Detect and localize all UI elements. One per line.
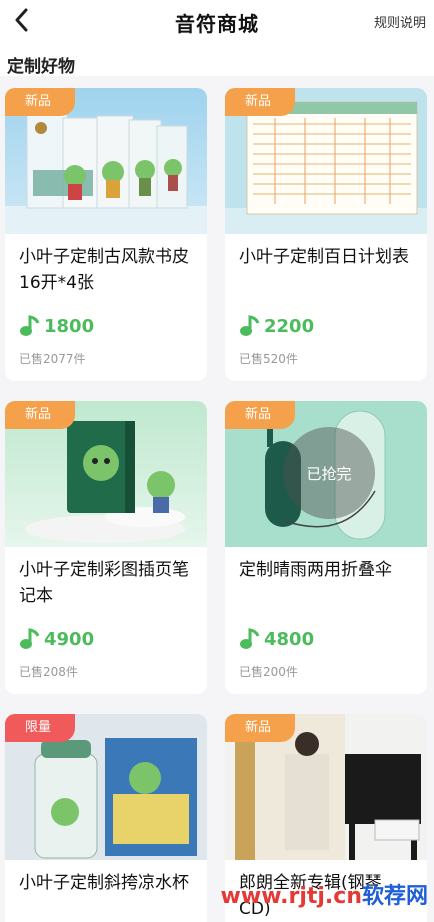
- music-note-icon: [240, 315, 260, 336]
- sold-count: 已售520件: [239, 352, 298, 366]
- product-image: 限量: [5, 714, 207, 860]
- product-name: 小叶子定制彩图插页笔记本: [19, 560, 189, 606]
- limited-badge: 限量: [5, 714, 75, 742]
- product-price: 2200: [225, 306, 427, 338]
- product-card[interactable]: 新品 小叶子定制彩图插页笔记本 4900 已售208件: [5, 401, 207, 694]
- back-button[interactable]: [8, 6, 36, 34]
- rules-link[interactable]: 规则说明: [374, 12, 426, 31]
- chevron-left-icon: [15, 8, 28, 32]
- product-name: 定制晴雨两用折叠伞: [239, 560, 392, 580]
- music-note-icon: [20, 315, 40, 336]
- watermark-site: 软荐网: [361, 884, 428, 909]
- product-price: 4900: [5, 619, 207, 651]
- product-image: 新品: [225, 88, 427, 234]
- product-image: 新品: [225, 714, 427, 860]
- new-badge: 新品: [225, 401, 295, 429]
- sold-count: 已售2077件: [19, 352, 86, 366]
- new-badge: 新品: [5, 88, 75, 116]
- music-note-icon: [20, 628, 40, 649]
- watermark: www.rjtj.cn软荐网: [221, 878, 428, 910]
- product-price: 4800: [225, 619, 427, 651]
- product-card[interactable]: 已抢完 新品 定制晴雨两用折叠伞 4800 已售200件: [225, 401, 427, 694]
- music-note-icon: [240, 628, 260, 649]
- sold-out-overlay: 已抢完: [283, 427, 375, 519]
- new-badge: 新品: [225, 88, 295, 116]
- top-bar: 音符商城 规则说明: [0, 0, 434, 44]
- product-card[interactable]: 新品 小叶子定制百日计划表 2200 已售520件: [225, 88, 427, 381]
- sold-count: 已售200件: [239, 665, 298, 679]
- price-value: 1800: [44, 315, 95, 337]
- new-badge: 新品: [5, 401, 75, 429]
- product-name: 小叶子定制斜挎凉水杯: [19, 873, 189, 893]
- section-title: 定制好物: [0, 44, 434, 77]
- new-badge: 新品: [225, 714, 295, 742]
- product-price: 1800: [5, 306, 207, 338]
- product-name: 小叶子定制古风款书皮16开*4张: [19, 247, 189, 293]
- price-value: 2200: [264, 315, 315, 337]
- product-image: 已抢完 新品: [225, 401, 427, 547]
- product-image: 新品: [5, 88, 207, 234]
- sold-count: 已售208件: [19, 665, 78, 679]
- watermark-url: www.rjtj.cn: [220, 884, 362, 909]
- product-image: 新品: [5, 401, 207, 547]
- product-card[interactable]: 限量 小叶子定制斜挎凉水杯: [5, 714, 207, 922]
- price-value: 4800: [264, 628, 315, 650]
- product-name: 小叶子定制百日计划表: [239, 247, 409, 267]
- page-title: 音符商城: [175, 11, 259, 36]
- price-value: 4900: [44, 628, 95, 650]
- product-card[interactable]: 新品 小叶子定制古风款书皮16开*4张 1800 已售2077件: [5, 88, 207, 381]
